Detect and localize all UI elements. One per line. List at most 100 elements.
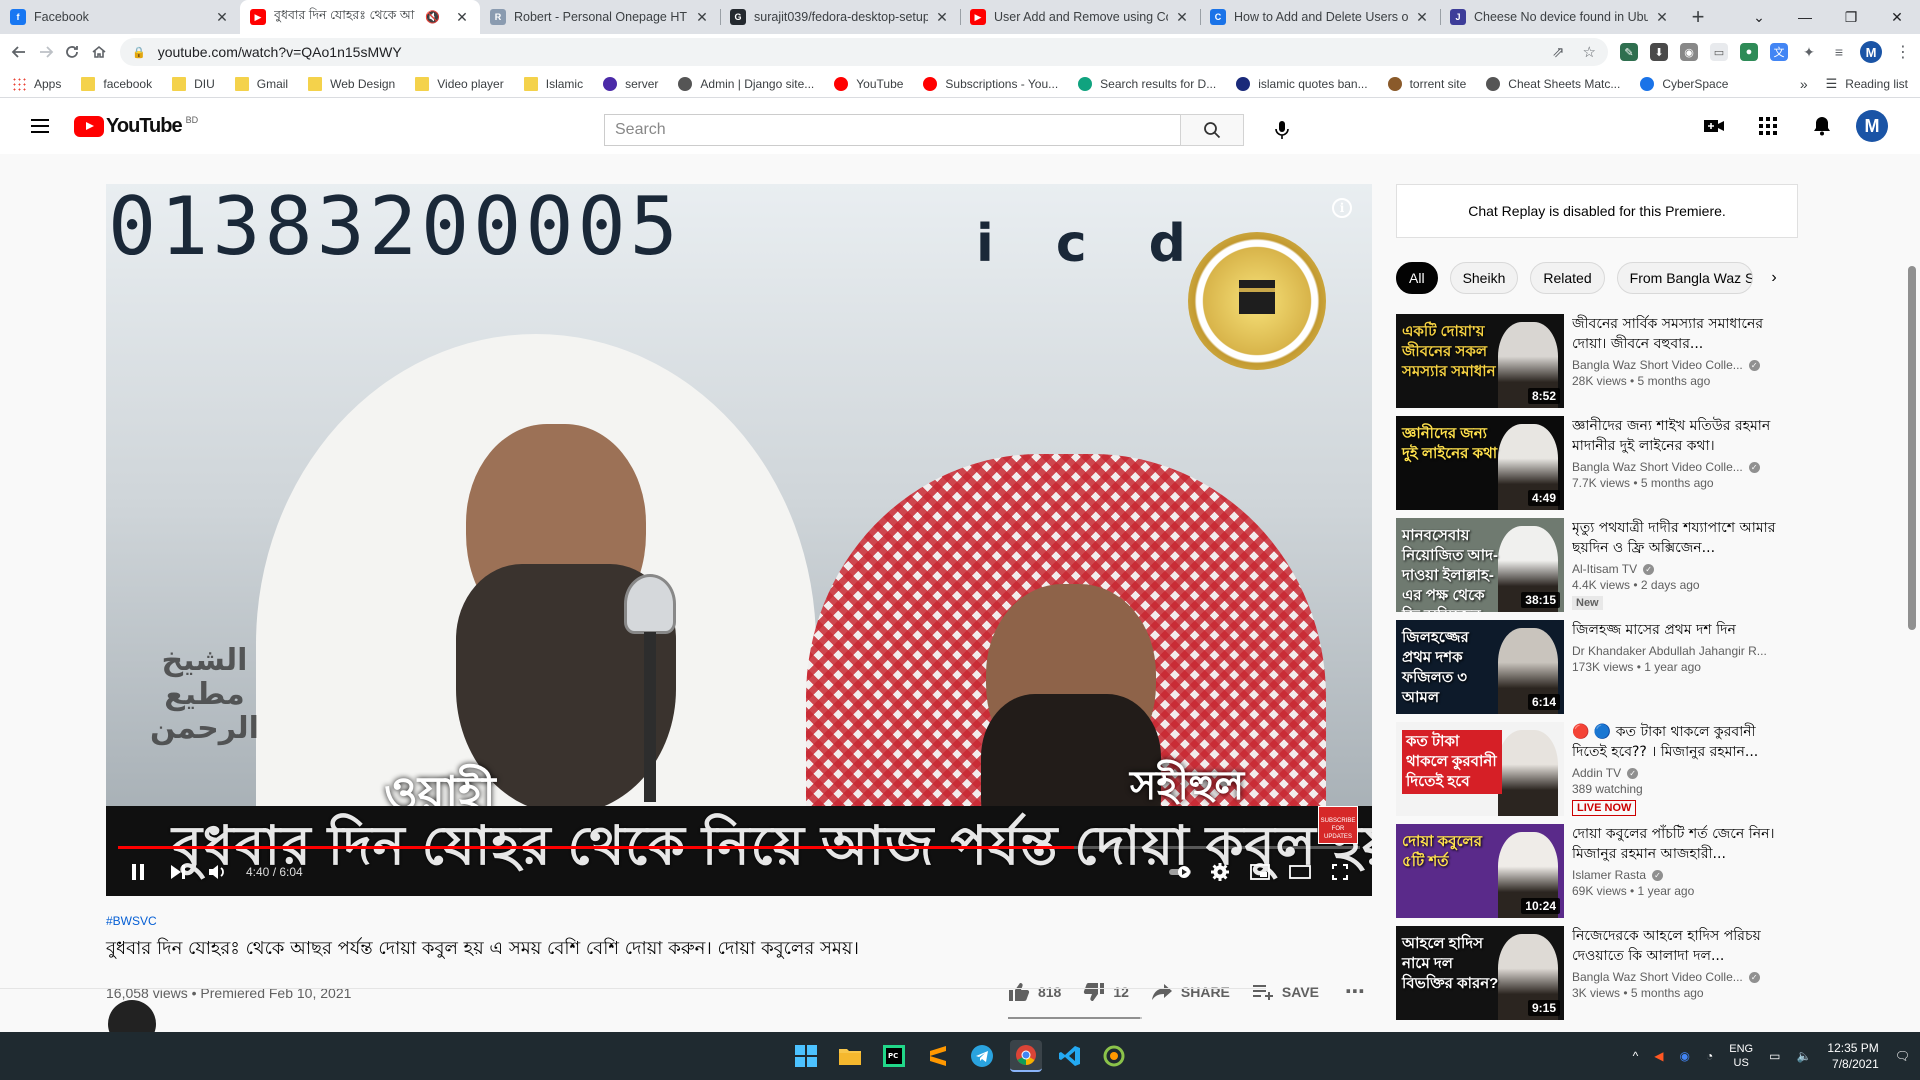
sublime-button[interactable]	[922, 1040, 954, 1072]
page-scrollbar[interactable]	[1908, 266, 1916, 630]
close-window-button[interactable]: ✕	[1874, 9, 1920, 26]
extension-icon[interactable]: ✎	[1620, 43, 1638, 61]
browser-tab[interactable]: ▶ User Add and Remove using Co ✕	[960, 0, 1200, 34]
filter-chip[interactable]: All	[1396, 262, 1438, 294]
bookmark-star-icon[interactable]: ☆	[1583, 43, 1596, 61]
video-hashtag[interactable]: #BWSVC	[106, 914, 1372, 928]
bookmark-item[interactable]: Subscriptions - You...	[923, 76, 1058, 91]
translate-extension-icon[interactable]: 文	[1770, 43, 1788, 61]
tab-close-icon[interactable]: ✕	[1654, 9, 1670, 26]
mute-button[interactable]	[198, 854, 238, 890]
volume-tray-icon[interactable]: 🔈	[1796, 1049, 1811, 1063]
tab-close-icon[interactable]: ✕	[934, 9, 950, 26]
extensions-puzzle-icon[interactable]: ✦	[1800, 43, 1818, 61]
recommended-video-title[interactable]: নিজেদেরকে আহলে হাদিস পরিচয় দেওয়াতে কি …	[1572, 926, 1790, 966]
chevron-right-icon[interactable]: ›	[1762, 262, 1786, 294]
channel-name[interactable]: Addin TV ✓	[1572, 766, 1790, 780]
bookmark-item[interactable]: islamic quotes ban...	[1236, 76, 1368, 91]
channel-name[interactable]: Bangla Waz Short Video Colle... ✓	[1572, 460, 1790, 474]
reading-list-icon[interactable]: ☰	[1826, 76, 1838, 92]
subscribe-watermark[interactable]: SUBSCRIBE FOR UPDATES	[1318, 806, 1358, 844]
bookmark-item[interactable]: server	[603, 76, 658, 91]
miniplayer-button[interactable]	[1240, 854, 1280, 890]
video-thumbnail[interactable]: জিলহজ্জের প্রথম দশক ফজিলত ৩ আমল 6:14	[1396, 620, 1564, 714]
channel-name[interactable]: Al-Itisam TV ✓	[1572, 562, 1790, 576]
camera-extension-icon[interactable]: ◉	[1680, 43, 1698, 61]
bookmark-item[interactable]: CyberSpace	[1640, 76, 1728, 91]
guide-menu-icon[interactable]	[20, 106, 60, 146]
bookmark-item[interactable]: Apps	[12, 76, 61, 91]
browser-tab[interactable]: f Facebook ✕	[0, 0, 240, 34]
recommended-video-title[interactable]: 🔴 🔵 কত টাকা থাকলে কুরবানী দিতেই হবে?? । …	[1572, 722, 1790, 762]
recommended-video[interactable]: জিলহজ্জের প্রথম দশক ফজিলত ৩ আমল 6:14 জিলহজ…	[1396, 620, 1798, 714]
create-video-button[interactable]	[1694, 106, 1734, 146]
filter-chip[interactable]: Related	[1530, 262, 1605, 294]
tab-close-icon[interactable]: ✕	[214, 9, 230, 26]
bookmark-item[interactable]: Gmail	[234, 76, 288, 91]
tab-audio-icon[interactable]: 🔇	[425, 10, 440, 24]
youtube-logo[interactable]: YouTube BD	[74, 115, 198, 138]
new-tab-button[interactable]: +	[1680, 0, 1716, 34]
channel-name[interactable]: Bangla Waz Short Video Colle... ✓	[1572, 970, 1790, 984]
next-button[interactable]	[158, 854, 198, 890]
recommended-video[interactable]: কত টাকা থাকলে কুরবানী দিতেই হবে 🔴 🔵 কত টা…	[1396, 722, 1798, 816]
browser-menu-icon[interactable]: ⋮	[1894, 43, 1912, 61]
media-control-icon[interactable]: ≡	[1830, 43, 1848, 61]
recommended-video-title[interactable]: জিলহজ্জ মাসের প্রথম দশ দিন	[1572, 620, 1790, 640]
tab-close-icon[interactable]: ✕	[1174, 9, 1190, 26]
video-player[interactable]: 01383200005 icd الشيخ مطيع الرحمن ওয়াহী…	[106, 184, 1372, 896]
browser-tab[interactable]: J Cheese No device found in Ubu ✕	[1440, 0, 1680, 34]
file-explorer-button[interactable]	[834, 1040, 866, 1072]
tray-app-icon[interactable]: ◀	[1654, 1049, 1663, 1063]
back-button[interactable]	[8, 37, 31, 67]
reload-button[interactable]	[61, 37, 84, 67]
bookmark-item[interactable]: Search results for D...	[1078, 76, 1216, 91]
progress-bar[interactable]	[118, 846, 1360, 849]
fullscreen-button[interactable]	[1320, 854, 1360, 890]
home-button[interactable]	[88, 37, 111, 67]
pycharm-button[interactable]: PC	[878, 1040, 910, 1072]
recommended-video-title[interactable]: জ্ঞানীদের জন্য শাইখ মতিউর রহমান মাদানীর …	[1572, 416, 1790, 456]
more-actions-button[interactable]: ⋯	[1345, 979, 1366, 1004]
recommended-video-title[interactable]: জীবনের সার্বিক সমস্যার সমাধানের দোয়া। জ…	[1572, 314, 1790, 354]
like-button[interactable]: 818	[1008, 982, 1061, 1002]
forward-button[interactable]	[35, 37, 58, 67]
save-button[interactable]: SAVE	[1252, 983, 1319, 1001]
notification-center-icon[interactable]: 🗨	[1895, 1049, 1910, 1063]
voice-search-button[interactable]	[1262, 110, 1302, 150]
telegram-button[interactable]	[966, 1040, 998, 1072]
maximize-button[interactable]: ❐	[1828, 9, 1874, 26]
channel-name[interactable]: Dr Khandaker Abdullah Jahangir R...	[1572, 644, 1790, 658]
browser-tab[interactable]: ▶ বুধবার দিন যোহরঃ থেকে আ 🔇 ✕	[240, 0, 480, 34]
pause-button[interactable]	[118, 854, 158, 890]
video-thumbnail[interactable]: আহলে হাদিস নামে দল বিভক্তির কারন? 9:15	[1396, 926, 1564, 1020]
channel-name[interactable]: Islamer Rasta ✓	[1572, 868, 1790, 882]
video-thumbnail[interactable]: একটি দোয়া'য় জীবনের সকল সমস্যার সমাধান 8…	[1396, 314, 1564, 408]
share-button[interactable]: SHARE	[1151, 983, 1230, 1001]
vscode-button[interactable]	[1054, 1040, 1086, 1072]
start-button[interactable]	[790, 1040, 822, 1072]
video-thumbnail[interactable]: জ্ঞানীদের জন্য দুই লাইনের কথা 4:49	[1396, 416, 1564, 510]
screen-extension-icon[interactable]: ▭	[1710, 43, 1728, 61]
other-app-button[interactable]	[1098, 1040, 1130, 1072]
bookmark-item[interactable]: YouTube	[834, 76, 903, 91]
recommended-video[interactable]: মানবসেবায় নিয়োজিত আদ-দাওয়া ইলাল্লাহ-এ…	[1396, 518, 1798, 612]
video-thumbnail[interactable]: কত টাকা থাকলে কুরবানী দিতেই হবে	[1396, 722, 1564, 816]
bookmark-item[interactable]: facebook	[81, 76, 152, 91]
autoplay-toggle[interactable]	[1160, 854, 1200, 890]
globe-extension-icon[interactable]: ●	[1740, 43, 1758, 61]
apps-button[interactable]	[1748, 106, 1788, 146]
display-icon[interactable]: ▭	[1769, 1049, 1780, 1063]
recommended-video-title[interactable]: মৃত্যু পথযাত্রী দাদীর শয্যাপাশে আমার ছয়…	[1572, 518, 1790, 558]
account-avatar[interactable]: M	[1856, 110, 1888, 142]
recommended-video[interactable]: আহলে হাদিস নামে দল বিভক্তির কারন? 9:15 নিজ…	[1396, 926, 1798, 1020]
filter-chip[interactable]: Sheikh	[1449, 262, 1519, 294]
tab-close-icon[interactable]: ✕	[454, 9, 470, 26]
lock-icon[interactable]: 🔒	[132, 46, 146, 59]
bookmark-item[interactable]: Web Design	[308, 76, 395, 91]
bookmark-item[interactable]: DIU	[172, 76, 215, 91]
minimize-button[interactable]: —	[1782, 9, 1828, 25]
video-thumbnail[interactable]: মানবসেবায় নিয়োজিত আদ-দাওয়া ইলাল্লাহ-এ…	[1396, 518, 1564, 612]
info-icon[interactable]: i	[1332, 198, 1352, 218]
tab-close-icon[interactable]: ✕	[1414, 9, 1430, 26]
